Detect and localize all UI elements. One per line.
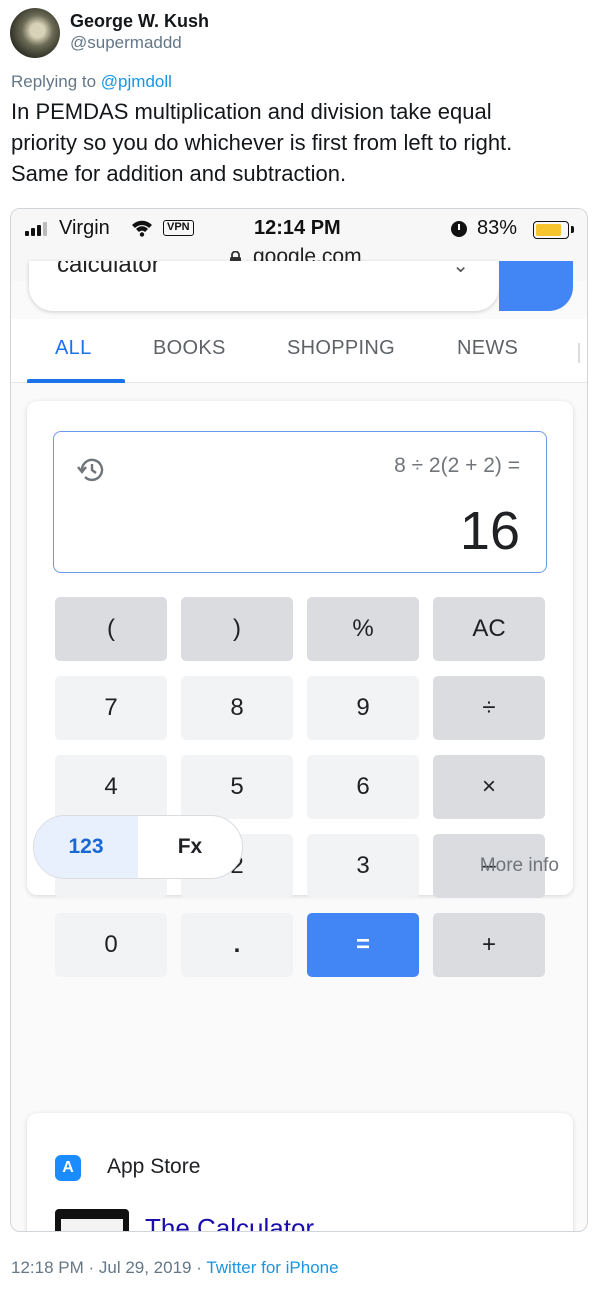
mode-basic-button[interactable]: 123 [34, 816, 138, 878]
search-query: calculator [57, 261, 160, 278]
tab-shopping[interactable]: SHOPPING [287, 337, 395, 360]
tweet-timestamp: 12:18 PM · Jul 29, 2019 · Twitter for iP… [11, 1258, 339, 1278]
alarm-icon [451, 221, 467, 237]
author-handle[interactable]: @supermaddd [70, 32, 209, 54]
key-7[interactable]: 7 [55, 676, 167, 740]
app-thumbnail[interactable] [55, 1209, 129, 1231]
signal-icon [25, 222, 51, 236]
calculator-expression: 8 ÷ 2(2 + 2) = [394, 454, 520, 477]
tweet-time-date[interactable]: 12:18 PM · Jul 29, 2019 · [11, 1258, 202, 1277]
tweet-text: In PEMDAS multiplication and division ta… [11, 96, 596, 189]
author-name[interactable]: George W. Kush [70, 10, 209, 32]
key-add[interactable]: + [433, 913, 545, 977]
status-time: 12:14 PM [254, 217, 341, 239]
author-block: George W. Kush @supermaddd [70, 10, 209, 54]
more-info-link[interactable]: More info [480, 855, 559, 877]
tweet-text-line: priority so you do whichever is first fr… [11, 130, 513, 155]
key-5[interactable]: 5 [181, 755, 293, 819]
tweet-text-line: In PEMDAS multiplication and division ta… [11, 99, 492, 124]
battery-nub [571, 226, 574, 233]
tab-all[interactable]: ALL [55, 337, 92, 360]
app-title-link[interactable]: The Calculator [145, 1213, 314, 1231]
vpn-badge: VPN [163, 220, 194, 236]
key-close-paren[interactable]: ) [181, 597, 293, 661]
mode-fx-button[interactable]: Fx [138, 816, 242, 878]
key-0[interactable]: 0 [55, 913, 167, 977]
key-multiply[interactable]: × [433, 755, 545, 819]
key-open-paren[interactable]: ( [55, 597, 167, 661]
battery-icon [533, 221, 569, 239]
author-avatar[interactable] [10, 8, 60, 58]
search-button[interactable] [499, 261, 573, 311]
tab-divider [578, 343, 580, 363]
search-tabs: ALL BOOKS SHOPPING NEWS [11, 319, 587, 383]
search-input[interactable]: calculator ⌄ [29, 261, 499, 311]
tweet-text-line: Same for addition and subtraction. [11, 161, 347, 186]
battery-level [536, 224, 561, 236]
calculator-display: 8 ÷ 2(2 + 2) = 16 [53, 431, 547, 573]
key-3[interactable]: 3 [307, 834, 419, 898]
key-divide[interactable]: ÷ [433, 676, 545, 740]
appstore-icon: A [55, 1155, 81, 1181]
replying-to: Replying to @pjmdoll [11, 72, 172, 92]
key-6[interactable]: 6 [307, 755, 419, 819]
key-8[interactable]: 8 [181, 676, 293, 740]
appstore-result-card[interactable]: A App Store The Calculator [27, 1113, 573, 1231]
tweet-source-link[interactable]: Twitter for iPhone [206, 1258, 338, 1277]
appstore-label: App Store [107, 1155, 201, 1178]
calculator-mode-toggle: 123 Fx [33, 815, 243, 879]
key-4[interactable]: 4 [55, 755, 167, 819]
replying-handle-link[interactable]: @pjmdoll [101, 72, 172, 91]
attached-screenshot[interactable]: Virgin VPN 12:14 PM 83% google.com calcu… [10, 208, 588, 1232]
key-clear[interactable]: AC [433, 597, 545, 661]
carrier-name: Virgin [59, 217, 110, 239]
history-icon[interactable] [76, 454, 108, 486]
calculator-result: 16 [459, 501, 520, 561]
active-tab-indicator [27, 379, 125, 383]
battery-percent: 83% [477, 217, 518, 239]
chevron-down-icon[interactable]: ⌄ [452, 261, 469, 278]
tab-books[interactable]: BOOKS [153, 337, 226, 360]
tab-news[interactable]: NEWS [457, 337, 518, 360]
key-9[interactable]: 9 [307, 676, 419, 740]
key-equals[interactable]: = [307, 913, 419, 977]
key-percent[interactable]: % [307, 597, 419, 661]
key-decimal[interactable]: . [181, 913, 293, 977]
replying-prefix: Replying to [11, 72, 97, 91]
wifi-icon [132, 220, 152, 237]
